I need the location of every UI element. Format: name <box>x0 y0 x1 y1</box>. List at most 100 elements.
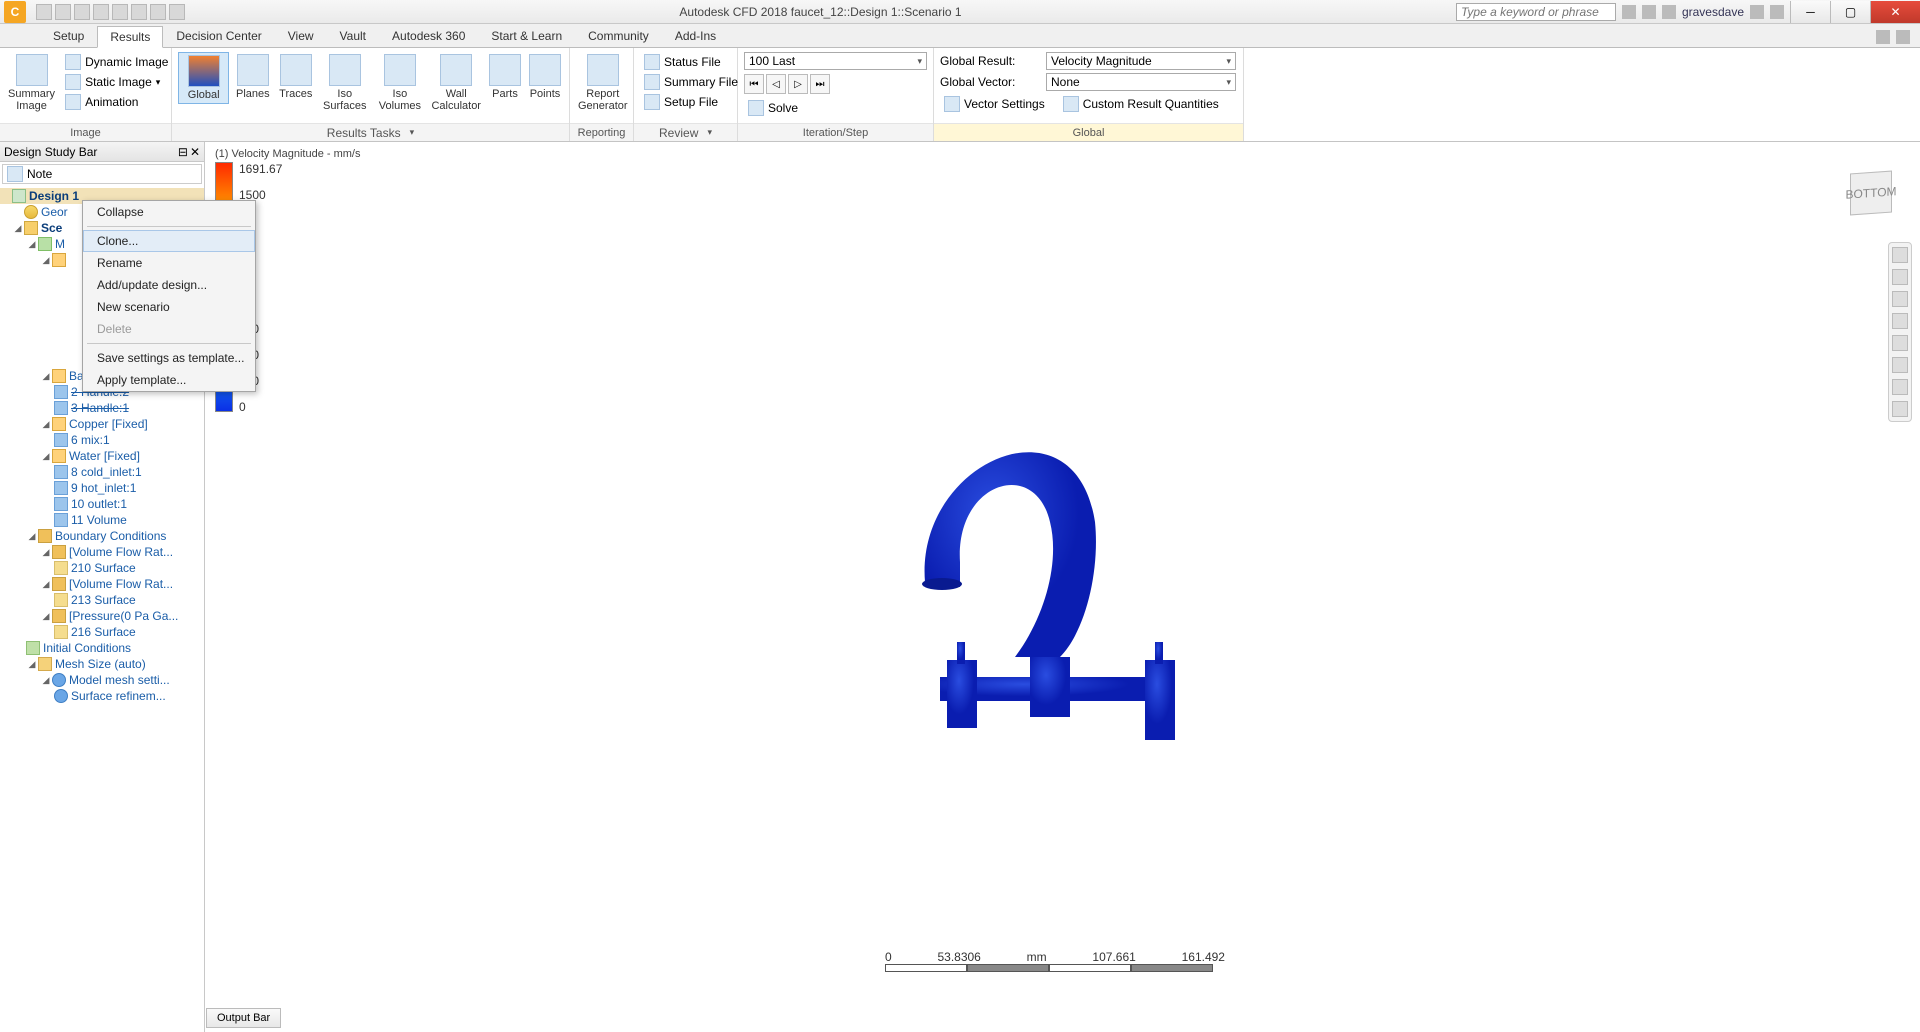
minimize-button[interactable]: ─ <box>1790 1 1830 23</box>
tree-volume[interactable]: 11 Volume <box>71 513 127 527</box>
iso-volumes-button[interactable]: Iso Volumes <box>374 52 425 114</box>
points-button[interactable]: Points <box>527 52 563 102</box>
dsb-close-icon[interactable]: ✕ <box>190 145 200 159</box>
tree-hot[interactable]: 9 hot_inlet:1 <box>71 481 136 495</box>
search-input[interactable] <box>1456 3 1616 21</box>
step-last-button[interactable]: ⏭ <box>810 74 830 94</box>
global-button[interactable]: Global <box>178 52 229 104</box>
maximize-button[interactable]: ▢ <box>1830 1 1870 23</box>
tab-results[interactable]: Results <box>97 26 163 48</box>
summary-file-button[interactable]: Summary File <box>640 72 742 92</box>
tree-outlet[interactable]: 10 outlet:1 <box>71 497 127 511</box>
help-icon[interactable] <box>1770 5 1784 19</box>
global-result-dropdown[interactable]: Velocity Magnitude▾ <box>1046 52 1236 70</box>
ctx-apply-template[interactable]: Apply template... <box>83 369 255 391</box>
viewport-3d[interactable]: (1) Velocity Magnitude - mm/s 1691.67 15… <box>205 142 1920 1032</box>
user-name[interactable]: gravesdave <box>1682 5 1744 19</box>
ctx-new-scenario[interactable]: New scenario <box>83 296 255 318</box>
ctx-collapse[interactable]: Collapse <box>83 201 255 223</box>
tree-init[interactable]: Initial Conditions <box>43 641 131 655</box>
dynamic-image-button[interactable]: Dynamic Image <box>61 52 172 72</box>
report-generator-button[interactable]: Report Generator <box>576 52 630 114</box>
qat-item-icon[interactable] <box>169 4 185 20</box>
user-icon[interactable] <box>1662 5 1676 19</box>
qat-new-icon[interactable] <box>36 4 52 20</box>
step-next-button[interactable]: ▷ <box>788 74 808 94</box>
step-first-button[interactable]: ⏮ <box>744 74 764 94</box>
iso-surfaces-button[interactable]: Iso Surfaces <box>319 52 370 114</box>
qat-open-icon[interactable] <box>55 4 71 20</box>
star-icon[interactable] <box>1642 5 1656 19</box>
tree-vfr1[interactable]: [Volume Flow Rat... <box>69 545 173 559</box>
favorites-icon[interactable] <box>1622 5 1636 19</box>
extra-icon[interactable] <box>1876 30 1890 44</box>
orbit-icon[interactable] <box>1892 269 1908 285</box>
close-button[interactable]: ✕ <box>1870 1 1920 23</box>
tree-materials[interactable]: M <box>55 237 65 251</box>
vector-settings-button[interactable]: Vector Settings <box>940 94 1049 114</box>
tab-autodesk360[interactable]: Autodesk 360 <box>379 25 478 47</box>
tree-surfref[interactable]: Surface refinem... <box>71 689 166 703</box>
status-file-button[interactable]: Status File <box>640 52 742 72</box>
tab-vault[interactable]: Vault <box>327 25 379 47</box>
global-vector-dropdown[interactable]: None▾ <box>1046 73 1236 91</box>
tree-s216[interactable]: 216 Surface <box>71 625 136 639</box>
tree-scenario[interactable]: Sce <box>41 221 62 235</box>
tree-water[interactable]: Water [Fixed] <box>69 449 140 463</box>
ctx-add-update-design[interactable]: Add/update design... <box>83 274 255 296</box>
tree-handle1[interactable]: 3 Handle:1 <box>71 401 129 415</box>
static-image-button[interactable]: Static Image▾ <box>61 72 172 92</box>
custom-quantities-button[interactable]: Custom Result Quantities <box>1059 94 1223 114</box>
home-icon[interactable] <box>1892 247 1908 263</box>
tree-cold[interactable]: 8 cold_inlet:1 <box>71 465 142 479</box>
tree-geometry[interactable]: Geor <box>41 205 68 219</box>
traces-button[interactable]: Traces <box>276 52 315 102</box>
ctx-save-template[interactable]: Save settings as template... <box>83 347 255 369</box>
parts-button[interactable]: Parts <box>487 52 523 102</box>
output-bar-tab[interactable]: Output Bar <box>206 1008 281 1028</box>
tree-vfr2[interactable]: [Volume Flow Rat... <box>69 577 173 591</box>
tab-setup[interactable]: Setup <box>40 25 97 47</box>
tab-start-learn[interactable]: Start & Learn <box>478 25 575 47</box>
summary-image-button[interactable]: Summary Image <box>6 52 57 114</box>
tree-mix[interactable]: 6 mix:1 <box>71 433 110 447</box>
look-icon[interactable] <box>1892 357 1908 373</box>
tab-decision-center[interactable]: Decision Center <box>163 25 274 47</box>
tree-bc[interactable]: Boundary Conditions <box>55 529 166 543</box>
tree-press[interactable]: [Pressure(0 Pa Ga... <box>69 609 178 623</box>
iteration-dropdown[interactable]: 100 Last▾ <box>744 52 927 70</box>
exchange-icon[interactable] <box>1750 5 1764 19</box>
tree-copper[interactable]: Copper [Fixed] <box>69 417 148 431</box>
qat-redo-icon[interactable] <box>112 4 128 20</box>
planes-button[interactable]: Planes <box>233 52 272 102</box>
qat-undo-icon[interactable] <box>93 4 109 20</box>
step-prev-button[interactable]: ◁ <box>766 74 786 94</box>
report-icon <box>587 54 619 86</box>
qat-item-icon[interactable] <box>131 4 147 20</box>
wall-calculator-button[interactable]: Wall Calculator <box>429 52 483 114</box>
solve-button[interactable]: Solve <box>744 98 927 118</box>
tab-addins[interactable]: Add-Ins <box>662 25 729 47</box>
pan-icon[interactable] <box>1892 291 1908 307</box>
tree-design[interactable]: Design 1 <box>29 189 79 203</box>
qat-item-icon[interactable] <box>150 4 166 20</box>
tree-model[interactable]: Model mesh setti... <box>69 673 170 687</box>
tree-mesh[interactable]: Mesh Size (auto) <box>55 657 146 671</box>
qat-save-icon[interactable] <box>74 4 90 20</box>
nav-misc-icon[interactable] <box>1892 379 1908 395</box>
nav-misc-icon[interactable] <box>1892 401 1908 417</box>
pin-icon[interactable]: ⊟ <box>178 145 188 159</box>
animation-button[interactable]: Animation <box>61 92 172 112</box>
zoom-icon[interactable] <box>1892 313 1908 329</box>
extra-icon[interactable] <box>1896 30 1910 44</box>
tree-s210[interactable]: 210 Surface <box>71 561 136 575</box>
zoom-fit-icon[interactable] <box>1892 335 1908 351</box>
setup-file-button[interactable]: Setup File <box>640 92 742 112</box>
tab-view[interactable]: View <box>275 25 327 47</box>
tree-s213[interactable]: 213 Surface <box>71 593 136 607</box>
ctx-clone[interactable]: Clone... <box>83 230 255 252</box>
tab-community[interactable]: Community <box>575 25 662 47</box>
ctx-rename[interactable]: Rename <box>83 252 255 274</box>
view-cube[interactable]: BOTTOM <box>1850 171 1892 216</box>
note-field[interactable]: Note <box>2 164 202 184</box>
